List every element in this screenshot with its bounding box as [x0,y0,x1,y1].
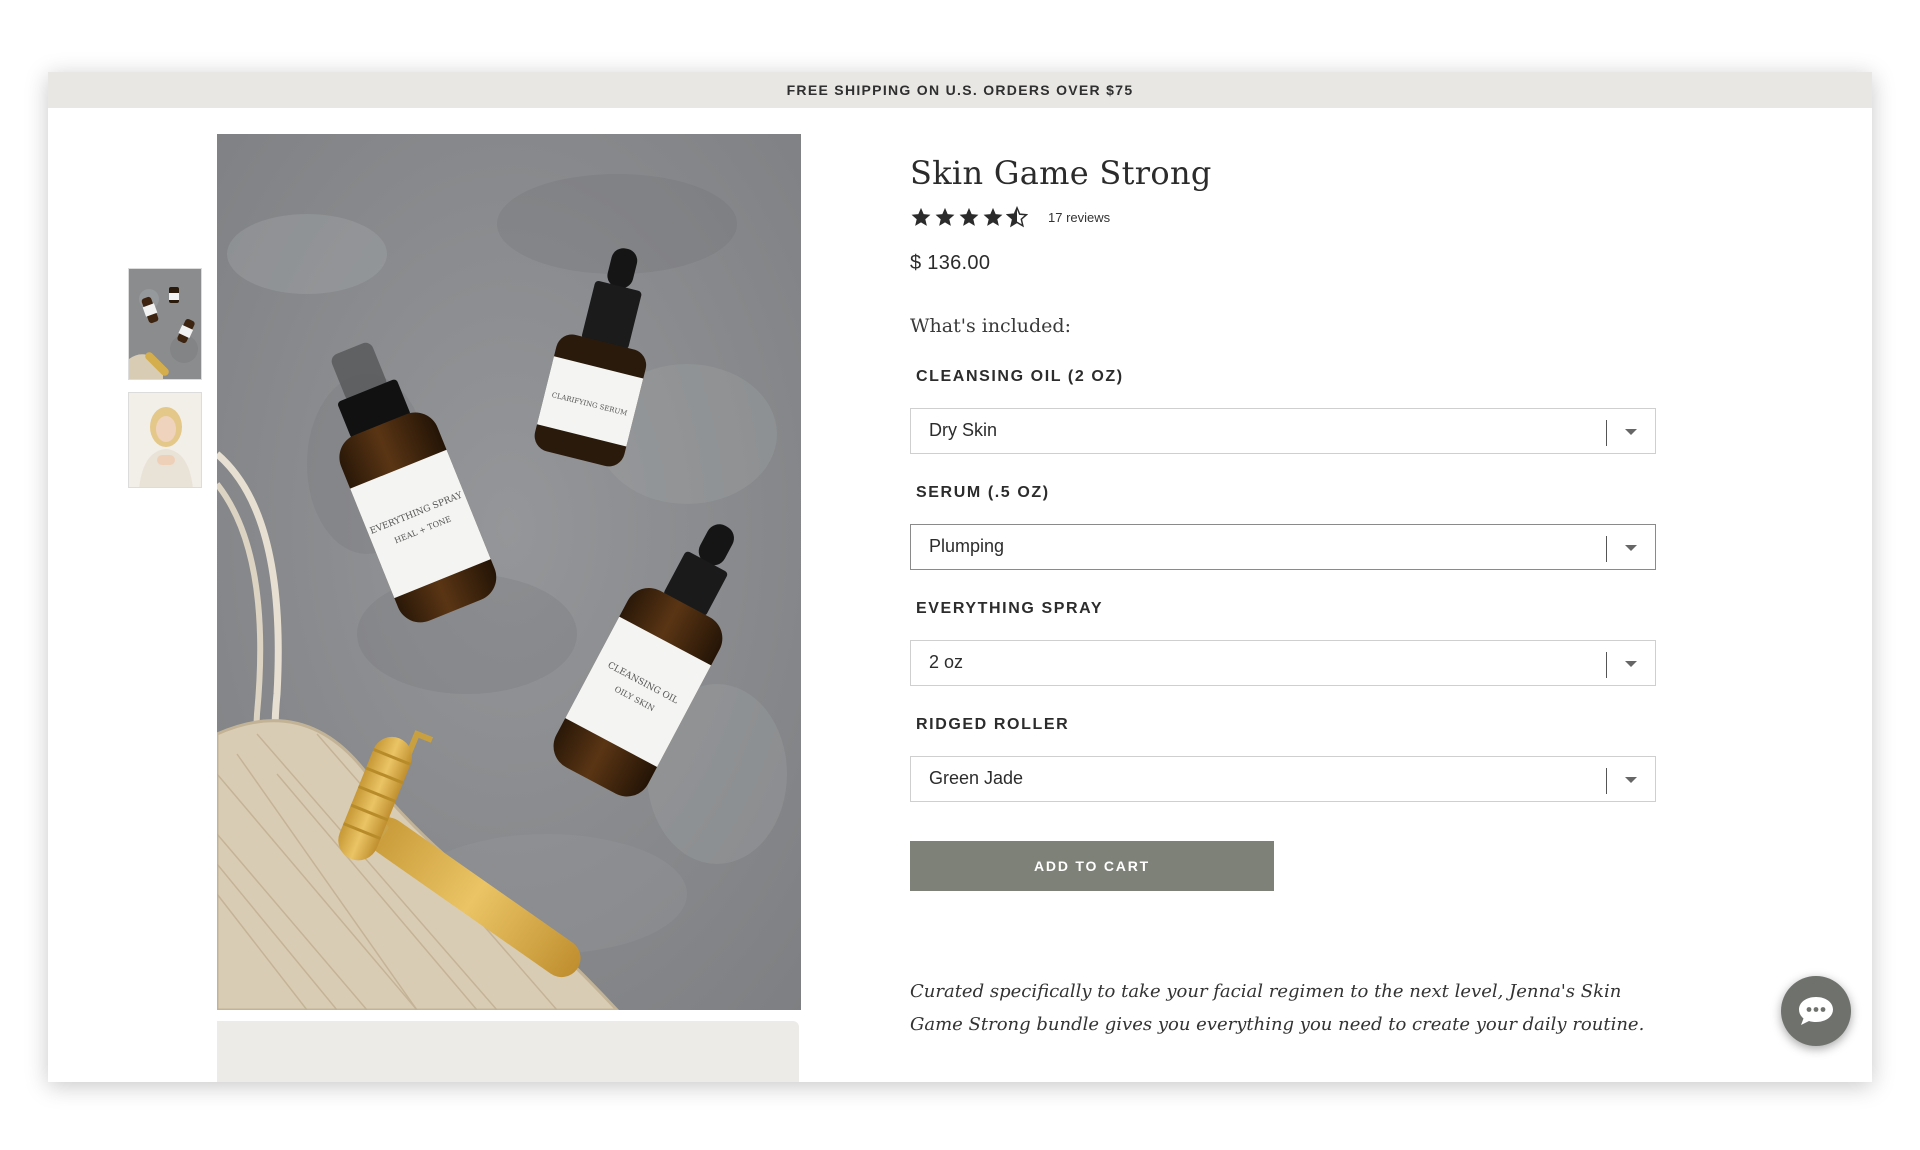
page-frame: FREE SHIPPING ON U.S. ORDERS OVER $75 EV… [48,72,1872,1082]
reviews-link[interactable]: 17 reviews [1048,210,1110,225]
chevron-down-icon [1625,661,1637,667]
chat-bubble-icon [1799,997,1833,1025]
option-label-everything-spray: EVERYTHING SPRAY [916,600,1104,617]
select-divider [1606,652,1607,678]
product-price: $ 136.00 [910,252,991,274]
select-value: Green Jade [929,768,1024,788]
chevron-down-icon [1625,777,1637,783]
chevron-down-icon [1625,545,1637,551]
announcement-text: FREE SHIPPING ON U.S. ORDERS OVER $75 [786,82,1134,98]
select-cleansing-oil[interactable]: Dry Skin [910,408,1656,454]
chat-button[interactable] [1781,976,1851,1046]
product-rating: 17 reviews [910,206,1110,228]
select-everything-spray[interactable]: 2 oz [910,640,1656,686]
select-ridged-roller[interactable]: Green Jade [910,756,1656,802]
thumbnail-model[interactable] [128,392,202,488]
rating-stars [910,206,1028,228]
select-serum[interactable]: Plumping [910,524,1656,570]
select-divider [1606,536,1607,562]
star-icon [983,207,1003,226]
star-icon [911,207,931,226]
thumbnail-products-image [129,269,201,379]
whats-included-heading: What's included: [910,315,1071,337]
add-to-cart-button[interactable]: ADD TO CART [910,841,1274,891]
option-label-cleansing-oil: CLEANSING OIL (2 OZ) [916,368,1124,385]
option-label-ridged-roller: RIDGED ROLLER [916,716,1070,733]
select-value: 2 oz [929,652,964,672]
product-title: Skin Game Strong [910,154,1212,192]
select-divider [1606,768,1607,794]
select-divider [1606,420,1607,446]
star-icon [935,207,955,226]
star-icon [959,207,979,226]
product-description: Curated specifically to take your facial… [910,981,1645,1035]
option-label-serum: SERUM (.5 OZ) [916,484,1050,501]
thumbnail-products[interactable] [128,268,202,380]
product-secondary-image [217,1021,799,1082]
announcement-bar: FREE SHIPPING ON U.S. ORDERS OVER $75 [48,72,1872,108]
product-hero-image: EVERYTHING SPRAY HEAL + TONE CLARIFYING … [217,134,801,1010]
star-half-icon [1006,206,1028,228]
select-value: Dry Skin [929,420,998,440]
thumbnail-model-image [129,393,201,487]
chevron-down-icon [1625,429,1637,435]
product-photo: EVERYTHING SPRAY HEAL + TONE CLARIFYING … [217,134,801,1010]
select-value: Plumping [929,536,1005,556]
